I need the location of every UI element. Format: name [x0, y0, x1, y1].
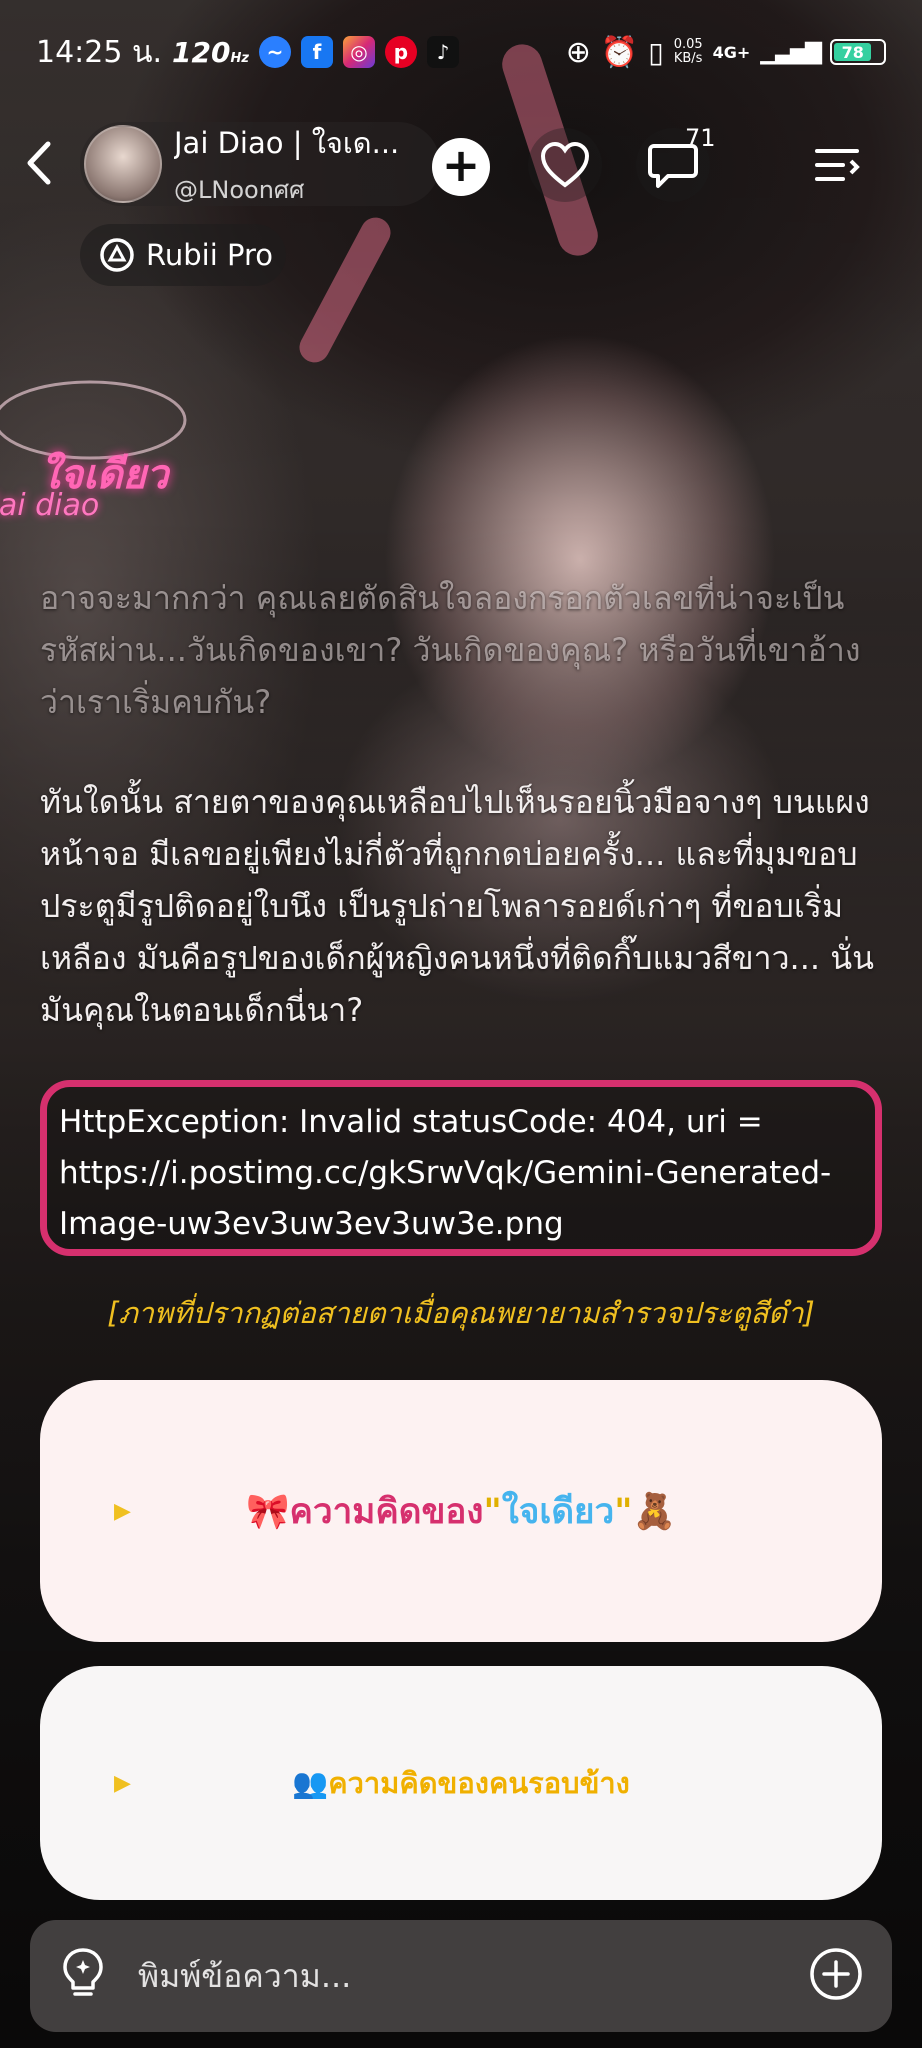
- others-thoughts-title: 👥ความคิดของคนรอบข้าง: [292, 1766, 630, 1800]
- rubii-logo-icon: [100, 238, 134, 272]
- story-paragraph-2: ทันใดนั้น สายตาของคุณเหลือบไปเห็นรอยนิ้ว…: [40, 783, 874, 1029]
- follow-button[interactable]: +: [432, 138, 490, 196]
- profile-handle: @LNoonศศ: [174, 175, 305, 204]
- expand-arrow-icon: ▶: [114, 1770, 131, 1796]
- add-attachment-button[interactable]: [808, 1946, 864, 2006]
- like-button[interactable]: [528, 128, 602, 202]
- story-paragraph-1: อาจจะมากกว่า คุณเลยตัดสินใจลองกรอกตัวเลข…: [40, 579, 861, 721]
- rubii-pro-label: Rubii Pro: [146, 238, 273, 272]
- facebook-icon: f: [300, 36, 333, 68]
- net-speed: 0.05 KB/s: [673, 37, 703, 66]
- battery-icon: 78: [830, 39, 886, 65]
- image-caption: [ภาพที่ปรากฏต่อสายตาเมื่อคุณพยายามสำรวจป…: [107, 1296, 815, 1330]
- alarm-icon: ⏰: [600, 34, 639, 70]
- profile-name: Jai Diao | ใจเด...: [174, 125, 400, 160]
- character-thoughts-title: 🎀ความคิดของ"ใจเดียว"🧸: [245, 1491, 677, 1532]
- menu-list-icon: [815, 149, 860, 181]
- character-thoughts-card[interactable]: ▶ 🎀ความคิดของ"ใจเดียว"🧸: [40, 1380, 882, 1642]
- chat-header: Jai Diao | ใจเด... @LNoonศศ + 71: [0, 118, 922, 208]
- watermark-logo: ใจเดียว Jai diao: [0, 350, 190, 523]
- menu-button[interactable]: [800, 128, 874, 202]
- comment-count: 71: [685, 124, 716, 152]
- lightbulb-icon[interactable]: [58, 1946, 108, 2006]
- signal-icon: ▁▃▅▇: [760, 39, 822, 65]
- message-input-bar: [30, 1920, 892, 2032]
- expand-arrow-icon: ▶: [114, 1498, 131, 1524]
- pinterest-icon: p: [384, 36, 417, 68]
- rubii-pro-badge[interactable]: Rubii Pro: [80, 224, 286, 286]
- refresh-rate: 120Hz: [172, 35, 249, 69]
- instagram-icon: ◎: [342, 36, 375, 68]
- back-button[interactable]: [22, 138, 62, 188]
- tiktok-icon: ♪: [426, 36, 459, 68]
- messenger-icon: ~: [258, 36, 291, 68]
- status-bar: 14:25 น. 120Hz ~ f ◎ p ♪ ⊕ ⏰ ▯ 0.05 KB/s…: [36, 30, 886, 74]
- profile-pill[interactable]: Jai Diao | ใจเด... @LNoonศศ: [80, 122, 440, 206]
- add-circle-icon: ⊕: [565, 34, 591, 70]
- heart-icon: [540, 141, 590, 188]
- others-thoughts-card[interactable]: ▶ 👥ความคิดของคนรอบข้าง: [40, 1666, 882, 1900]
- message-input[interactable]: [138, 1957, 808, 1995]
- network-type: 4G+: [712, 42, 751, 62]
- vibrate-icon: ▯: [648, 35, 664, 69]
- image-error-message: HttpException: Invalid statusCode: 404, …: [40, 1080, 882, 1256]
- status-time: 14:25 น.: [36, 34, 163, 70]
- plus-circle-icon: [810, 1948, 862, 2000]
- avatar[interactable]: [84, 125, 162, 203]
